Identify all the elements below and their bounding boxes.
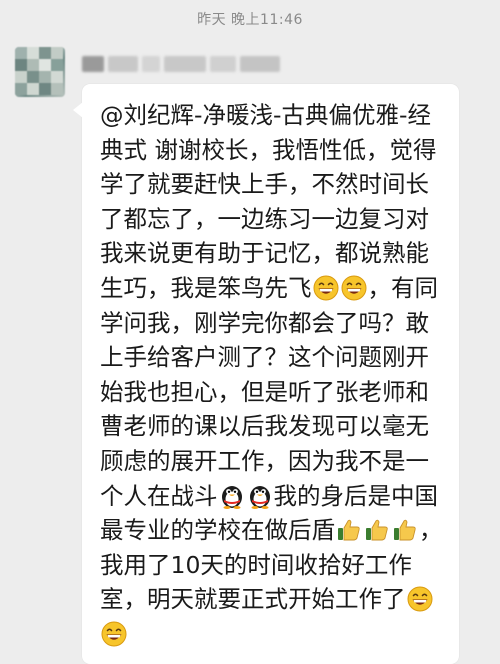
thumbs-up-icon: [364, 517, 390, 543]
grin-icon: [341, 275, 367, 301]
avatar[interactable]: [15, 47, 65, 97]
grin-icon: [101, 621, 127, 647]
sender-name: 张: [82, 54, 282, 74]
thumbs-up-icon: [392, 517, 418, 543]
message-text: @刘纪辉-净暖浅-古典偏优雅-经典式 谢谢校长，我悟性低，觉得学了就要赶快上手，…: [100, 98, 445, 652]
sender-name-text: 张: [82, 54, 83, 55]
message-text-segment: @刘纪辉-净暖浅-古典偏优雅-经典式 谢谢校长，我悟性低，觉得学了就要赶快上手，…: [100, 101, 437, 302]
penguin-icon: [247, 483, 273, 509]
message-text-segment: ，有同学问我，刚学完你都会了吗？敢上手给客户测了？这个问题刚开始我也担心，但是听…: [100, 273, 438, 510]
grin-icon: [313, 275, 339, 301]
grin-icon: [407, 586, 433, 612]
thumbs-up-icon: [336, 517, 362, 543]
message-bubble[interactable]: @刘纪辉-净暖浅-古典偏优雅-经典式 谢谢校长，我悟性低，觉得学了就要赶快上手，…: [73, 84, 459, 664]
penguin-icon: [219, 483, 245, 509]
message-timestamp: 昨天 晚上11:46: [197, 12, 303, 28]
